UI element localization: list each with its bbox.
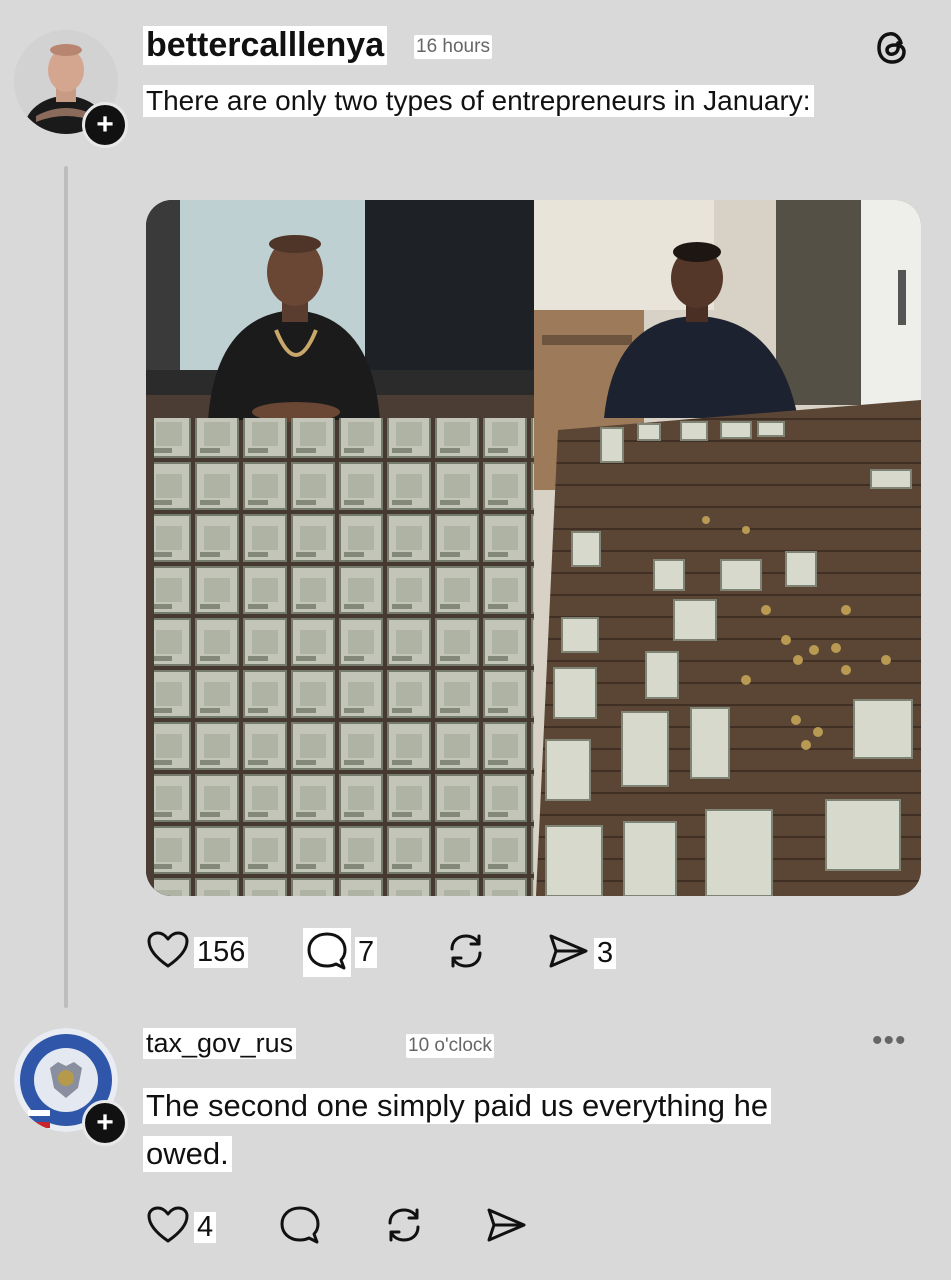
like-button[interactable]: 156 xyxy=(146,930,249,975)
reply-reply-button[interactable] xyxy=(278,1204,322,1251)
reply-text-line-2: owed. xyxy=(143,1136,232,1172)
heart-icon xyxy=(146,930,190,975)
repost-icon xyxy=(382,1208,426,1250)
reply-timestamp: 10 o'clock xyxy=(406,1034,494,1058)
follow-plus-icon[interactable]: + xyxy=(82,1100,128,1146)
comment-icon xyxy=(303,928,351,977)
follow-plus-icon[interactable]: + xyxy=(82,102,128,148)
reply-repost-button[interactable] xyxy=(382,1204,426,1251)
reply-like-count: 4 xyxy=(194,1212,217,1243)
repost-button[interactable] xyxy=(444,930,488,977)
share-button[interactable]: 3 xyxy=(546,930,617,977)
threads-logo-icon[interactable] xyxy=(872,28,912,68)
share-count: 3 xyxy=(594,938,617,969)
reply-text: The second one simply paid us everything… xyxy=(143,1082,772,1178)
post-timestamp: 16 hours xyxy=(414,35,492,59)
reply-like-button[interactable]: 4 xyxy=(146,1205,217,1250)
reply-count: 7 xyxy=(355,937,378,968)
more-dots-icon[interactable]: ••• xyxy=(872,1024,907,1058)
reply-text-line-1: The second one simply paid us everything… xyxy=(143,1088,772,1124)
reply-share-button[interactable] xyxy=(484,1204,528,1251)
post-image[interactable] xyxy=(146,200,921,896)
heart-icon xyxy=(146,1205,190,1250)
like-count: 156 xyxy=(194,937,249,968)
comment-icon xyxy=(278,1206,322,1250)
reply-username[interactable]: tax_gov_rus xyxy=(143,1028,297,1060)
post-text: There are only two types of entrepreneur… xyxy=(143,85,814,118)
post-username[interactable]: bettercalllenya xyxy=(143,26,388,66)
repost-icon xyxy=(444,934,488,976)
send-icon xyxy=(484,1208,528,1250)
send-icon xyxy=(546,930,590,977)
reply-button[interactable]: 7 xyxy=(303,928,378,977)
thread-line xyxy=(64,166,68,1008)
